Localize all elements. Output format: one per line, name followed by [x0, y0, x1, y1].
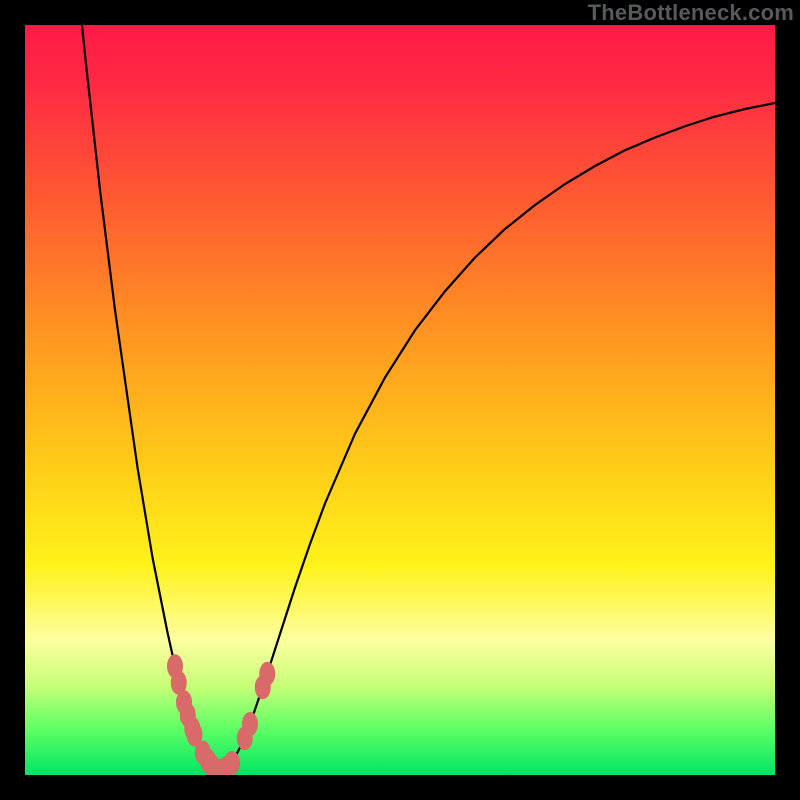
curve-markers — [167, 654, 275, 775]
curve-marker — [224, 751, 240, 775]
chart-frame: TheBottleneck.com — [0, 0, 800, 800]
curve-marker — [259, 662, 275, 686]
watermark-text: TheBottleneck.com — [588, 0, 794, 26]
bottleneck-curve — [81, 25, 775, 771]
plot-area — [25, 25, 775, 775]
curve-svg — [25, 25, 775, 775]
curve-marker — [242, 712, 258, 736]
